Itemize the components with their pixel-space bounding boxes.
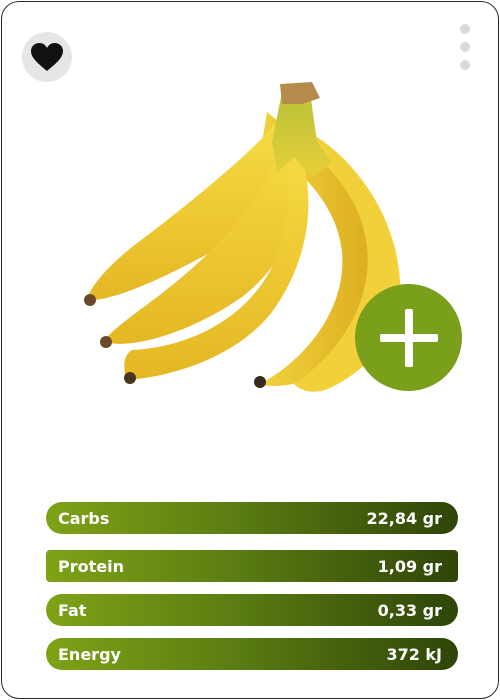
banana-crown — [280, 82, 320, 104]
nutrient-label: Protein — [58, 556, 124, 576]
nutrient-value: 0,33 gr — [377, 600, 442, 620]
banana-stem — [272, 92, 332, 177]
nutrient-label: Energy — [58, 644, 121, 664]
nutrient-row-carbs: Carbs 22,84 gr — [46, 502, 458, 534]
nutrient-value: 372 kJ — [386, 644, 442, 664]
nutrient-row-fat: Fat 0,33 gr — [46, 594, 458, 626]
nutrient-label: Carbs — [58, 508, 110, 528]
nutrient-value: 1,09 gr — [377, 556, 442, 576]
heart-icon — [31, 43, 63, 71]
more-options-button[interactable] — [454, 22, 476, 72]
product-card: Carbs 22,84 gr Protein 1,09 gr Fat 0,33 … — [1, 1, 499, 699]
nutrient-value: 22,84 gr — [366, 508, 442, 528]
add-to-cart-button[interactable] — [355, 284, 462, 391]
dot-icon — [460, 42, 470, 52]
nutrient-row-energy: Energy 372 kJ — [46, 638, 458, 670]
nutrient-row-protein: Protein 1,09 gr — [46, 550, 458, 582]
plus-icon — [379, 308, 438, 367]
dot-icon — [460, 60, 470, 70]
dot-icon — [460, 24, 470, 34]
nutrient-label: Fat — [58, 600, 87, 620]
